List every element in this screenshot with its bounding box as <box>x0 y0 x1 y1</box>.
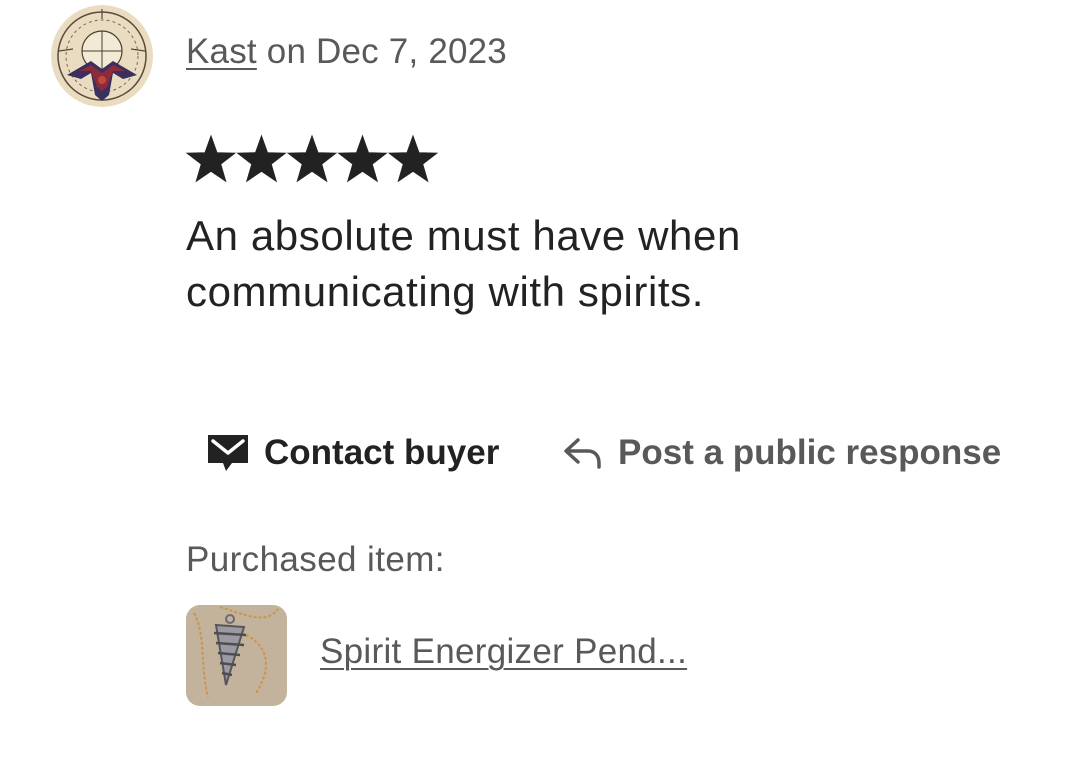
pendant-photo-icon <box>186 605 287 706</box>
post-public-response-label: Post a public response <box>618 433 1002 472</box>
star-icon <box>387 134 439 183</box>
message-envelope-icon <box>206 433 250 473</box>
review-byline: Kast on Dec 7, 2023 <box>186 32 507 72</box>
reviewer-name-link[interactable]: Kast <box>186 32 257 71</box>
review-text: An absolute must have when communicating… <box>186 212 741 315</box>
star-icon <box>186 134 237 183</box>
reply-arrow-icon <box>562 436 604 470</box>
reviewer-avatar[interactable] <box>51 5 153 107</box>
contact-buyer-button[interactable]: Contact buyer <box>206 428 499 478</box>
contact-buyer-label: Contact buyer <box>264 433 500 472</box>
star-icon <box>236 134 287 183</box>
review-card: Kast on Dec 7, 2023 An absolute must hav… <box>0 0 1080 757</box>
star-icon <box>337 134 388 183</box>
purchased-item-link[interactable]: Spirit Energizer Pend... <box>320 632 687 672</box>
star-rating <box>186 134 446 186</box>
purchased-item-label: Purchased item: <box>186 540 445 579</box>
star-icon <box>286 134 338 183</box>
purchased-item-thumbnail[interactable] <box>186 605 287 706</box>
post-public-response-button[interactable]: Post a public response <box>562 428 1001 478</box>
tribal-compass-emblem-icon <box>51 5 153 107</box>
review-date: on Dec 7, 2023 <box>266 32 507 71</box>
